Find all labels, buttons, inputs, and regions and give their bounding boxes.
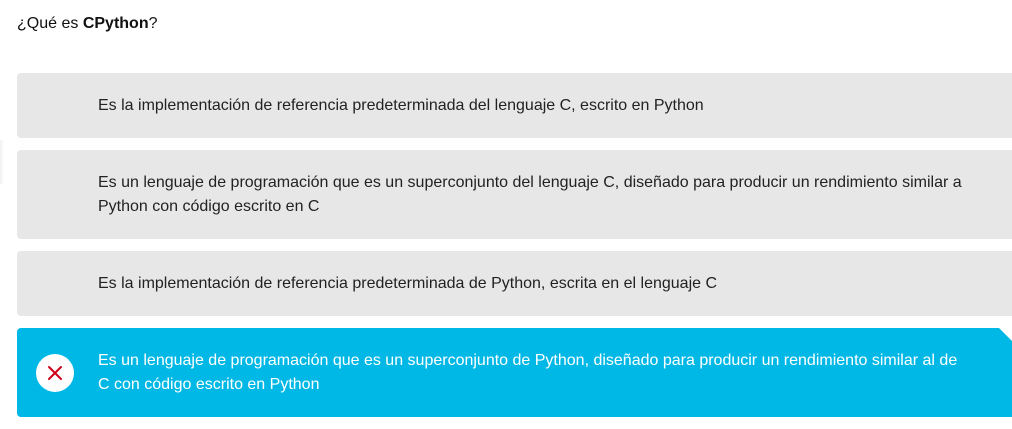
answer-option-1[interactable]: Es la implementación de referencia prede… (17, 73, 1012, 138)
answer-option-label: Es un lenguaje de programación que es un… (98, 351, 958, 393)
question-suffix: ? (148, 15, 158, 32)
answer-option-2[interactable]: Es un lenguaje de programación que es un… (17, 150, 1012, 239)
page-edge-shadow (0, 140, 4, 184)
question-term: CPython (82, 15, 149, 32)
answer-option-label: Es un lenguaje de programación que es un… (98, 173, 962, 215)
answer-option-label: Es la implementación de referencia prede… (98, 274, 718, 292)
answer-option-4-selected[interactable]: Es un lenguaje de programación que es un… (17, 328, 1012, 417)
question-text: ¿Qué es CPython? (17, 14, 158, 34)
question-prefix: ¿Qué es (17, 15, 83, 32)
close-icon (36, 353, 74, 392)
answer-option-label: Es la implementación de referencia prede… (98, 96, 704, 114)
answer-option-3[interactable]: Es la implementación de referencia prede… (17, 251, 1012, 316)
answer-options: Es la implementación de referencia prede… (17, 73, 1012, 429)
